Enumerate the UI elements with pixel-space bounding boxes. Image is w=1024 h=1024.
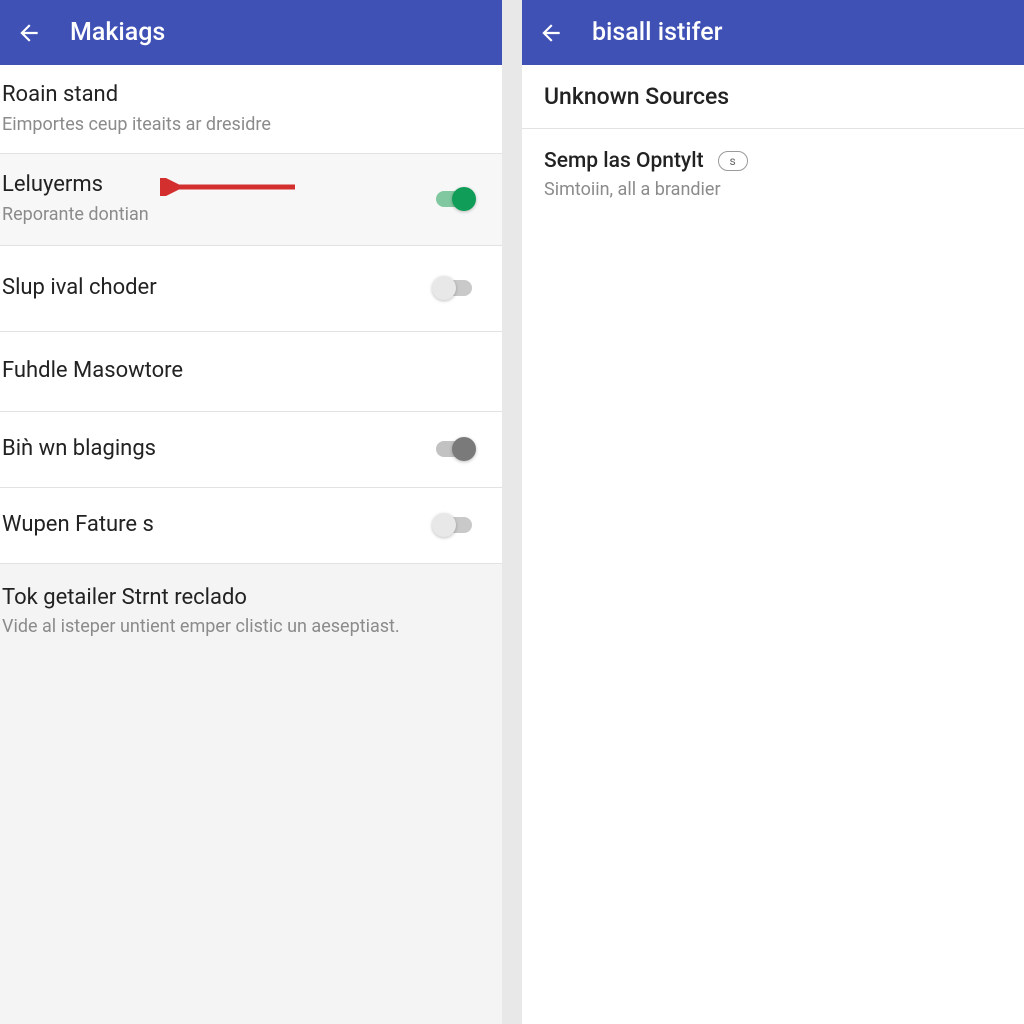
appbar-left: Makiags [0, 0, 502, 65]
toggle-wupen-fatures[interactable] [432, 513, 476, 537]
row-title: Slup ival choder [2, 274, 432, 303]
row-title: Semp las Opntylt [544, 149, 704, 173]
row-title: Tok getailer Strnt reclado [2, 584, 502, 613]
settings-list-right: Unknown Sources Semp las Opntylt s Simto… [522, 65, 1024, 1024]
back-arrow-icon[interactable] [16, 20, 42, 46]
settings-row-leluyerms[interactable]: Leluyerms Reporante dontian [0, 154, 502, 246]
row-title: Wupen Fature s [2, 511, 432, 540]
toggle-slup-ival[interactable] [432, 276, 476, 300]
row-title: Roain stand [2, 81, 502, 110]
settings-row-slup-ival[interactable]: Slup ival choder [0, 246, 502, 332]
section-title: Unknown Sources [544, 83, 1002, 110]
settings-row-fuhdle-masowtore[interactable]: Fuhdle Masowtore [0, 332, 502, 412]
toggle-leluyerms[interactable] [432, 187, 476, 211]
back-arrow-icon[interactable] [538, 20, 564, 46]
settings-row-semp-las-opntylt[interactable]: Semp las Opntylt s Simtoiin, all a brand… [522, 129, 1024, 212]
settings-footer-tok-getailer: Tok getailer Strnt reclado Vide al istep… [0, 564, 502, 656]
badge-icon: s [718, 151, 748, 171]
section-header-unknown-sources: Unknown Sources [522, 65, 1024, 129]
settings-screen-right: bisall istifer Unknown Sources Semp las … [522, 0, 1024, 1024]
settings-list-left: Roain stand Eimportes ceup iteaits ar dr… [0, 65, 502, 1024]
appbar-title-right: bisall istifer [592, 18, 722, 47]
row-subtitle: Reporante dontian [2, 202, 432, 227]
settings-screen-left: Makiags Roain stand Eimportes ceup iteai… [0, 0, 502, 1024]
settings-row-wupen-fatures[interactable]: Wupen Fature s [0, 488, 502, 564]
appbar-right: bisall istifer [522, 0, 1024, 65]
row-title: Biǹ wn blagings [2, 435, 432, 464]
settings-row-bin-wn-blagings[interactable]: Biǹ wn blagings [0, 412, 502, 488]
toggle-bin-wn-blagings[interactable] [432, 437, 476, 461]
settings-row-roain-stand[interactable]: Roain stand Eimportes ceup iteaits ar dr… [0, 65, 502, 154]
row-subtitle: Vide al isteper untient emper clistic un… [2, 614, 502, 639]
row-subtitle: Simtoiin, all a brandier [544, 179, 1002, 200]
appbar-title-left: Makiags [70, 18, 165, 47]
row-title: Fuhdle Masowtore [2, 357, 502, 386]
row-title: Leluyerms [2, 171, 432, 200]
row-subtitle: Eimportes ceup iteaits ar dresidre [2, 112, 502, 137]
